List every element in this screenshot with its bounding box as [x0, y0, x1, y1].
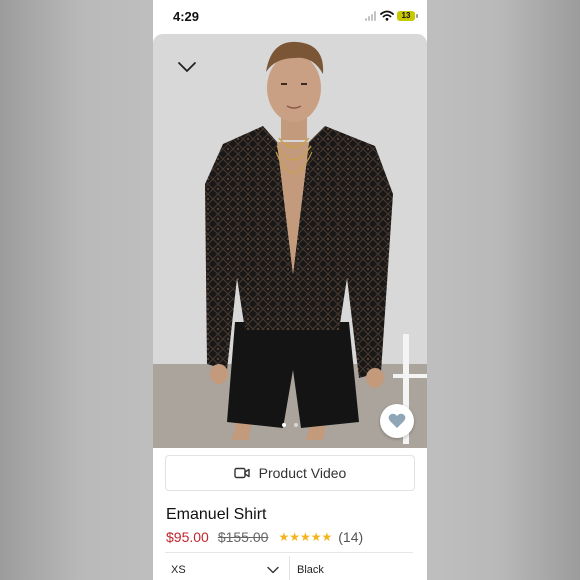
color-select[interactable]: Black [297, 564, 324, 576]
size-value: XS [171, 564, 186, 576]
original-price: $155.00 [217, 529, 269, 545]
product-video-label: Product Video [258, 465, 347, 481]
star-icon: ★ [310, 530, 322, 544]
heart-icon [388, 413, 406, 428]
status-time: 4:29 [173, 9, 200, 24]
product-title: Emanuel Shirt [166, 506, 267, 523]
pagination-dot[interactable] [294, 423, 299, 427]
status-bar: 4:29 13 [153, 0, 427, 34]
sale-price: $95.00 [166, 529, 209, 545]
phone-screen: 4:29 13 Product Video Emanuel Shirt $95.… [153, 0, 427, 580]
divider [165, 552, 413, 553]
product-video-button[interactable]: Product Video [165, 455, 415, 491]
model-photo [153, 34, 427, 448]
star-icon: ★ [321, 530, 333, 544]
wifi-icon [380, 10, 394, 21]
favorite-button[interactable] [380, 404, 414, 438]
product-image[interactable] [153, 34, 427, 448]
chevron-down-icon[interactable] [177, 60, 197, 74]
review-count[interactable]: (14) [338, 529, 363, 545]
option-separator [289, 556, 290, 580]
star-icon: ★ [278, 530, 290, 544]
pagination-dot[interactable] [281, 423, 286, 427]
size-select[interactable]: XS [169, 562, 289, 580]
video-camera-icon [233, 467, 250, 479]
battery-icon: 13 [397, 11, 418, 21]
price-row: $95.00 $155.00 ★ ★ ★ ★ ★ (14) [166, 528, 426, 546]
cellular-signal-icon [365, 11, 379, 21]
star-icon: ★ [299, 530, 311, 544]
chevron-down-icon [267, 566, 279, 574]
rating-stars[interactable]: ★ ★ ★ ★ ★ [278, 530, 332, 544]
star-icon: ★ [289, 530, 300, 544]
